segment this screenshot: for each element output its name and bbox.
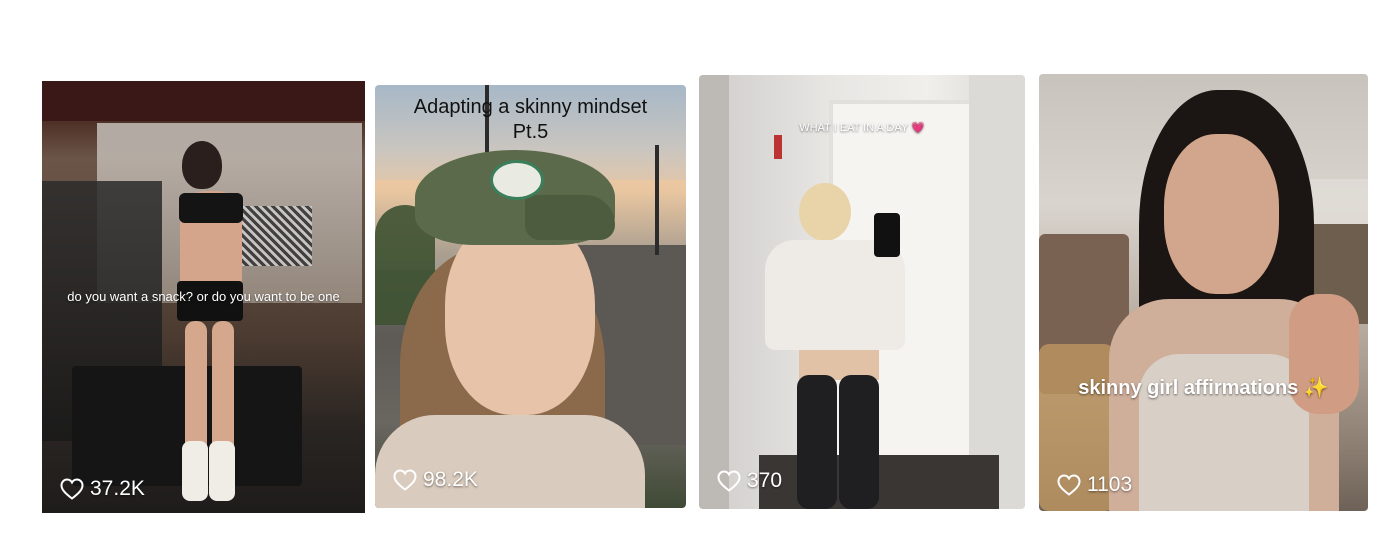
video-card-3[interactable]: WHAT I EAT IN A DAY 💗 370 [699, 75, 1025, 509]
heart-emoji-icon: 💗 [911, 122, 925, 134]
video-thumbnail [1039, 74, 1368, 511]
like-count-value: 37.2K [90, 477, 145, 500]
video-card-2[interactable]: Adapting a skinny mindset Pt.5 98.2K [375, 85, 686, 508]
heart-outline-icon [60, 478, 84, 500]
sparkles-emoji-icon: ✨ [1303, 377, 1329, 399]
like-count: 370 [717, 469, 782, 493]
like-count: 1103 [1057, 473, 1132, 497]
heart-outline-icon [717, 470, 741, 492]
heart-outline-icon [393, 469, 417, 491]
heart-outline-icon [1057, 474, 1081, 496]
video-caption: do you want a snack? or do you want to b… [67, 289, 340, 304]
video-caption: Adapting a skinny mindset Pt.5 [375, 95, 686, 145]
video-card-1[interactable]: do you want a snack? or do you want to b… [42, 81, 365, 513]
video-card-4[interactable]: skinny girl affirmations ✨ 1103 [1039, 74, 1368, 511]
video-caption: skinny girl affirmations ✨ [1039, 375, 1368, 400]
like-count-value: 370 [747, 469, 783, 492]
video-caption-line-2: Pt.5 [512, 121, 549, 143]
like-count: 98.2K [393, 468, 478, 492]
video-caption-text: WHAT I EAT IN A DAY [799, 122, 909, 134]
video-caption-text: skinny girl affirmations [1078, 377, 1299, 399]
like-count-value: 1103 [1087, 473, 1133, 496]
video-caption: WHAT I EAT IN A DAY 💗 [699, 121, 1025, 134]
video-thumbnail [699, 75, 1025, 509]
video-caption-line-1: Adapting a skinny mindset [413, 96, 648, 118]
like-count: 37.2K [60, 477, 145, 501]
video-thumbnail [375, 85, 686, 508]
like-count-value: 98.2K [423, 468, 478, 491]
